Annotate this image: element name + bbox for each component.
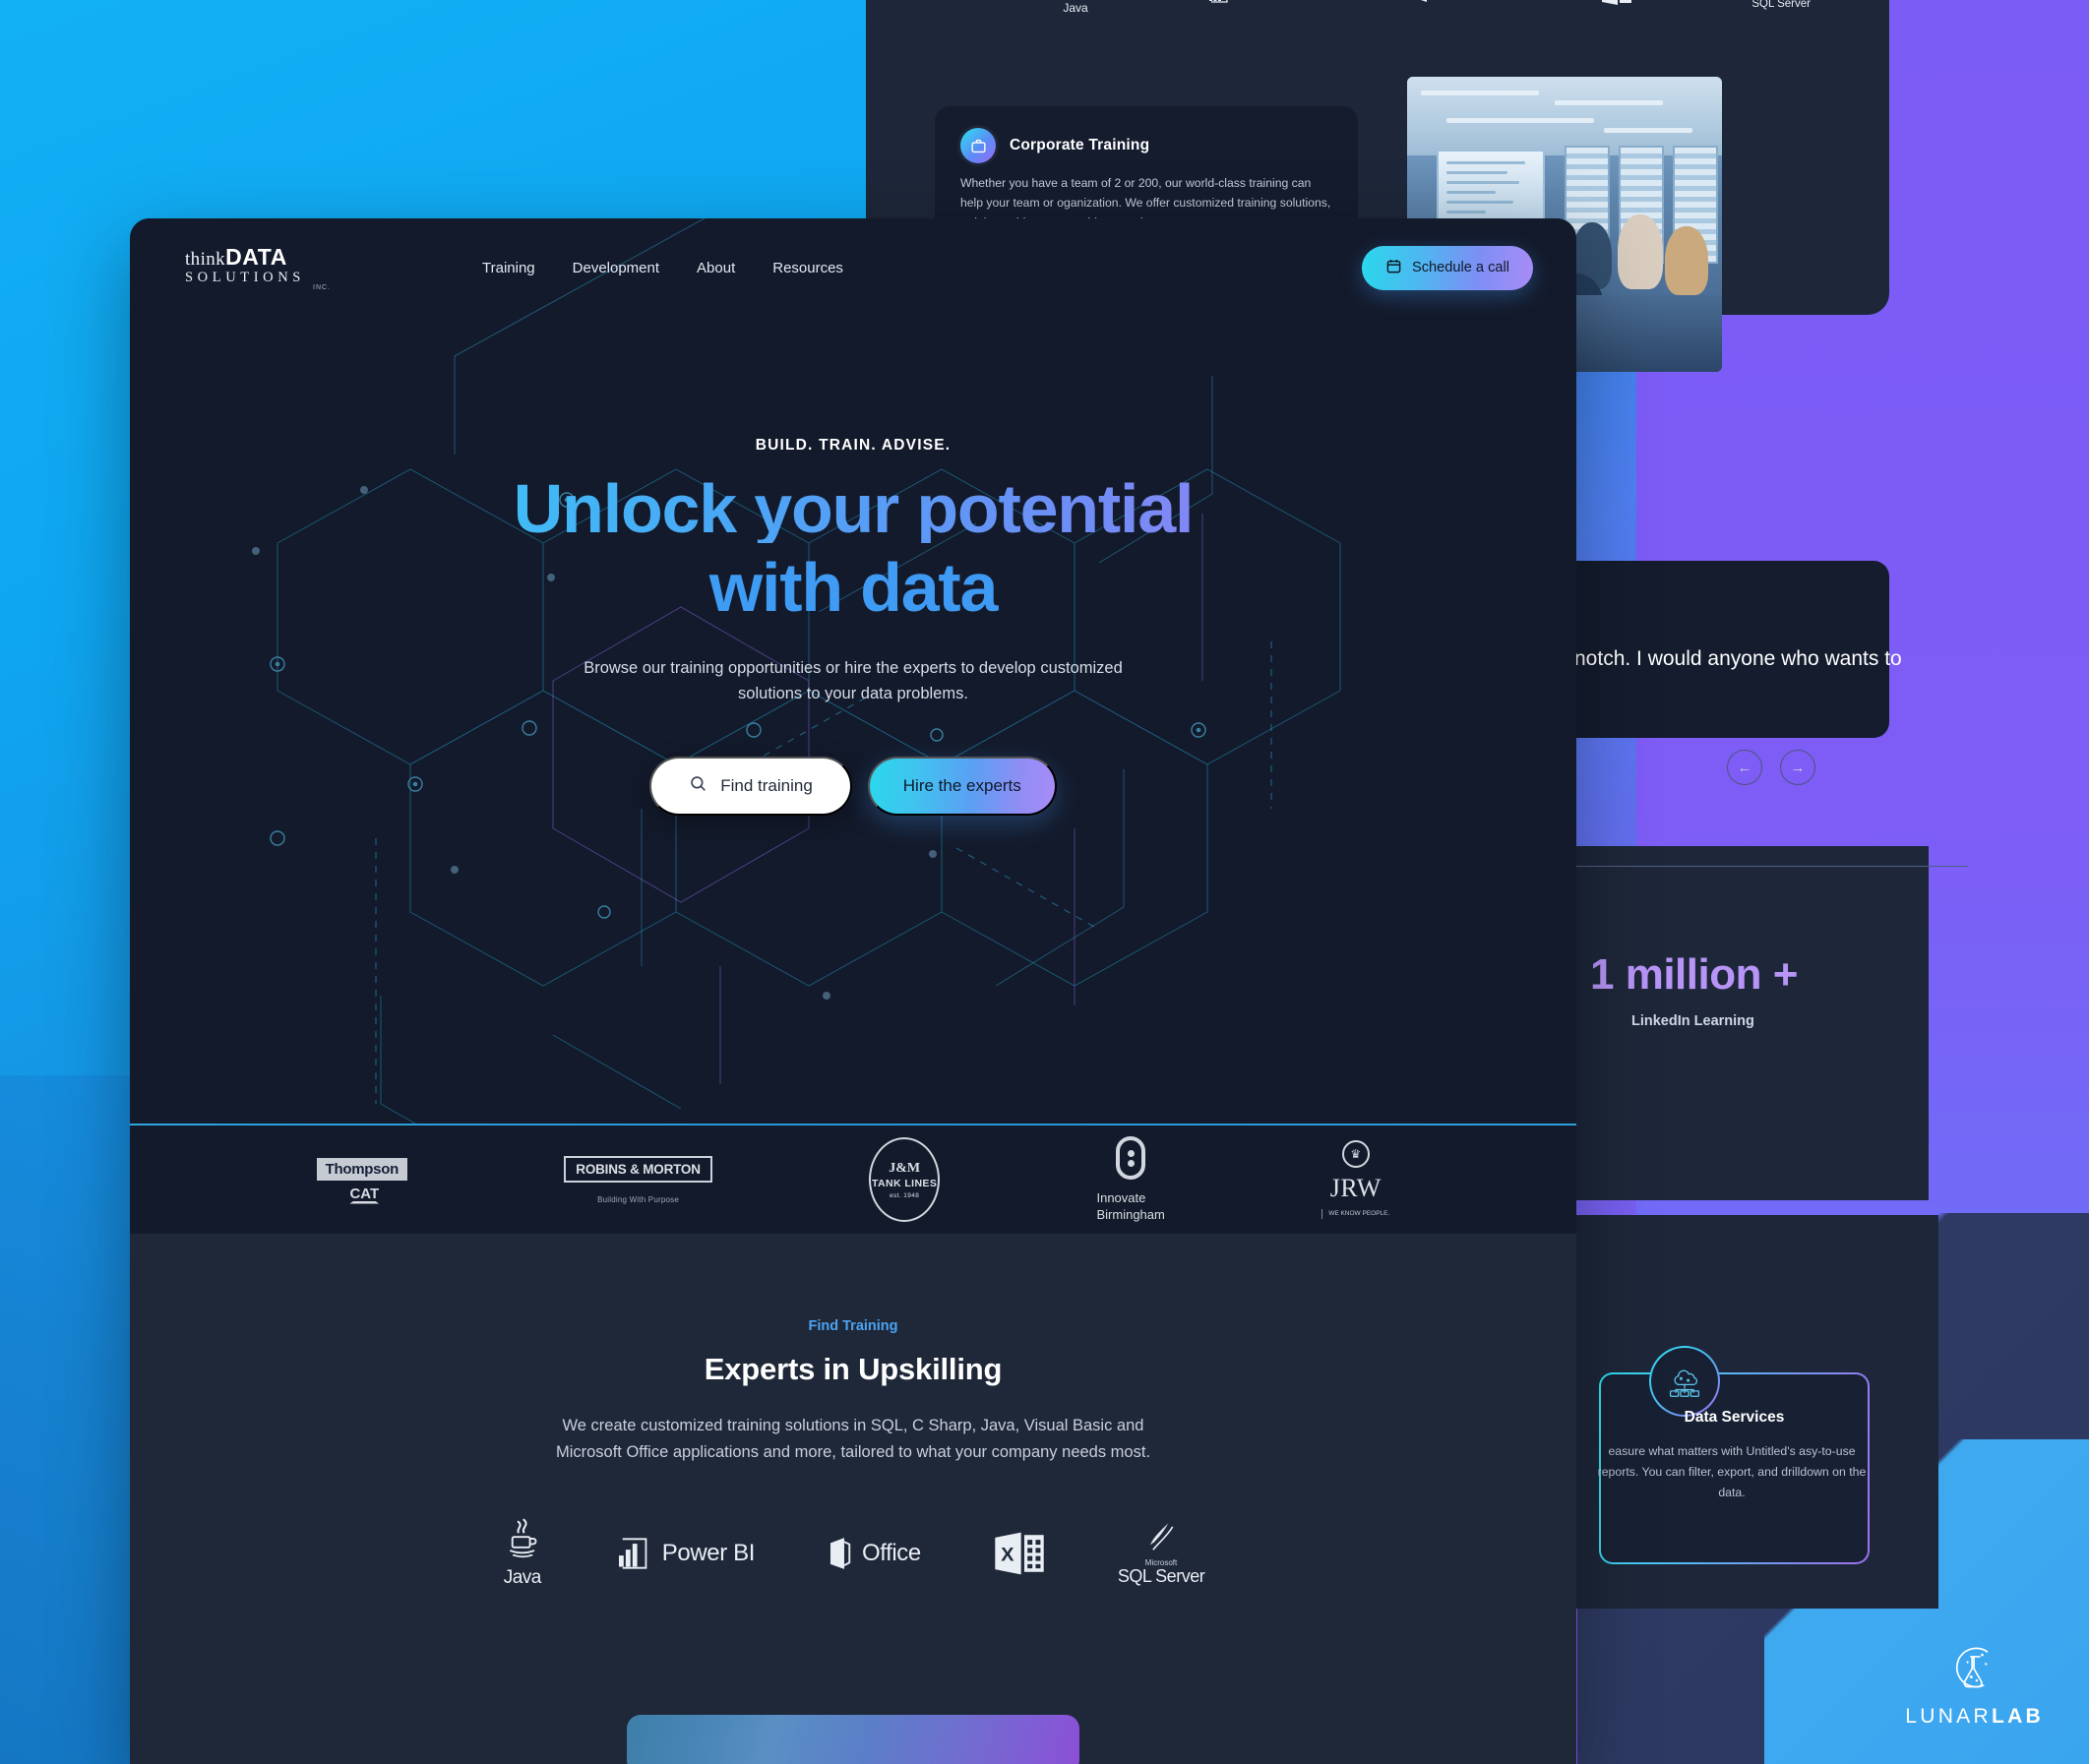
jrw-wordmark: JRW	[1329, 1174, 1382, 1203]
hero-eyebrow: BUILD. TRAIN. ADVISE.	[755, 437, 952, 454]
data-services-title: Data Services	[1684, 1409, 1785, 1426]
lunarlab-wordmark: LUNARLAB	[1905, 1705, 2044, 1729]
person	[1665, 226, 1708, 295]
excel-icon: X	[1602, 0, 1632, 5]
upskilling-section: Find Training Experts in Upskilling We c…	[130, 1234, 1576, 1764]
innovate-line2: Birmingham	[1096, 1206, 1165, 1222]
data-services-body: easure what matters with Untitled's asy-…	[1597, 1444, 1867, 1500]
site-navbar: think DATA SOLUTIONS INC. Training Devel…	[130, 218, 1576, 291]
main-website-card: think DATA SOLUTIONS INC. Training Devel…	[130, 218, 1576, 1764]
hero-subhead: Browse our training opportunities or hir…	[584, 659, 1123, 703]
robins-morton-wordmark: ROBINS & MORTON	[564, 1155, 712, 1183]
hero-bottom-divider	[130, 1124, 1576, 1125]
arrow-left-icon[interactable]: ←	[1727, 750, 1762, 785]
powerbi-icon	[618, 1538, 647, 1570]
upskilling-tech-logo-row: Java Power BI Office X Microsoft SQL Ser…	[130, 1518, 1576, 1589]
find-training-label: Find training	[720, 775, 813, 795]
tech-label-java: Java	[503, 1567, 542, 1589]
svg-text:X: X	[1001, 1545, 1014, 1566]
hero-headline-line1: Unlock your potential	[130, 474, 1576, 543]
client-logo-innovate-birmingham: Innovate Birmingham	[1096, 1136, 1165, 1223]
tech-logo-sqlserver: Microsoft SQL Server	[1117, 1521, 1205, 1587]
client-logo-jrw: ♛ JRW WE KNOW PEOPLE.	[1321, 1140, 1389, 1219]
cloud-network-icon	[1649, 1346, 1720, 1417]
jrw-tagline: WE KNOW PEOPLE.	[1321, 1209, 1389, 1219]
java-icon	[509, 1519, 537, 1558]
primary-nav: Training Development About Resources	[482, 260, 843, 276]
testimonial-carousel-controls[interactable]: ← →	[1727, 750, 1815, 785]
person	[1618, 214, 1663, 289]
upskilling-body: We create customized training solutions …	[555, 1417, 1151, 1461]
tech-label-office: Office	[861, 1540, 921, 1567]
tech-logo-excel: X	[992, 1530, 1047, 1577]
bottom-preview-card	[627, 1715, 1079, 1764]
hero-cta-row: Find training Hire the experts	[130, 756, 1576, 816]
background-tech-label: SQL Server	[1751, 0, 1811, 10]
hero-section: think DATA SOLUTIONS INC. Training Devel…	[130, 218, 1576, 1125]
nav-link-training[interactable]: Training	[482, 260, 535, 276]
nav-link-development[interactable]: Development	[573, 260, 659, 276]
sqlserver-icon	[1149, 1523, 1174, 1551]
office-icon	[829, 1538, 851, 1570]
background-tech-label: Java	[1063, 0, 1088, 15]
hero-content: BUILD. TRAIN. ADVISE. Unlock your potent…	[130, 291, 1576, 816]
hero-headline: Unlock your potential with data	[130, 474, 1576, 622]
client-logo-thompson-cat: Thompson CAT	[316, 1157, 407, 1202]
nav-link-resources[interactable]: Resources	[772, 260, 843, 276]
stat-label: LinkedIn Learning	[1631, 1013, 1754, 1029]
stats-divider	[1574, 866, 1968, 867]
testimonial-text: notch. I would anyone who wants to	[1574, 647, 1902, 670]
client-logo-jm-tank-lines: J&M TANK LINES est. 1948	[869, 1137, 941, 1222]
search-icon	[689, 774, 707, 798]
innovate-wordmark: Innovate Birmingham	[1096, 1190, 1164, 1223]
hire-the-experts-button[interactable]: Hire the experts	[867, 756, 1057, 816]
robins-morton-tagline: Building With Purpose	[597, 1194, 679, 1204]
corporate-card-title: Corporate Training	[1010, 137, 1150, 153]
schedule-a-call-label: Schedule a call	[1412, 260, 1509, 275]
lunarlab-part2: LAB	[1991, 1705, 2044, 1728]
tech-logo-office: Office	[826, 1535, 921, 1572]
find-training-button[interactable]: Find training	[649, 756, 852, 816]
corporate-card-header: Corporate Training	[960, 128, 1332, 163]
background-tech-logo-row: Java Power BI Office X SQL Server	[1063, 0, 1811, 22]
excel-icon: X	[995, 1533, 1044, 1575]
client-logo-robins-morton: ROBINS & MORTON Building With Purpose	[564, 1155, 712, 1204]
schedule-a-call-button[interactable]: Schedule a call	[1362, 245, 1533, 290]
jrw-seal-icon: ♛	[1341, 1140, 1370, 1169]
tech-label-sqlserver: SQL Server	[1117, 1565, 1205, 1586]
tech-label-powerbi: Power BI	[661, 1540, 756, 1567]
logo-primary-line: think DATA	[185, 244, 335, 271]
site-logo[interactable]: think DATA SOLUTIONS INC.	[185, 244, 335, 291]
powerbi-icon	[1209, 0, 1228, 3]
client-logo-strip: Thompson CAT ROBINS & MORTON Building Wi…	[130, 1125, 1576, 1234]
hire-the-experts-label: Hire the experts	[902, 775, 1021, 795]
flask-moon-icon	[1955, 1647, 1989, 1688]
lunarlab-watermark: LUNARLAB	[1905, 1642, 2044, 1729]
background-tech-label: Office	[1439, 0, 1482, 2]
thompson-wordmark: Thompson	[316, 1157, 407, 1181]
ceiling	[1407, 77, 1722, 155]
arrow-right-icon[interactable]: →	[1780, 750, 1815, 785]
logo-think-text: think	[185, 249, 226, 270]
innovate-mark-icon	[1116, 1136, 1146, 1181]
tech-logo-powerbi: Power BI	[614, 1536, 755, 1571]
cat-wordmark: CAT	[349, 1185, 380, 1202]
logo-data-text: DATA	[225, 244, 287, 270]
hero-headline-line2: with data	[130, 553, 1576, 622]
lunarlab-part1: LUNAR	[1905, 1705, 1992, 1728]
upskilling-eyebrow: Find Training	[808, 1318, 898, 1334]
background-tech-label: Power BI	[1237, 0, 1297, 1]
stat-value: 1 million +	[1590, 950, 1798, 999]
upskilling-title: Experts in Upskilling	[704, 1352, 1003, 1386]
jm-oval-frame	[869, 1137, 941, 1222]
office-icon	[1421, 0, 1428, 2]
innovate-line1: Innovate	[1096, 1190, 1146, 1206]
calendar-icon	[1385, 258, 1402, 278]
briefcase-icon	[960, 128, 996, 163]
nav-link-about[interactable]: About	[697, 260, 735, 276]
tech-logo-java: Java	[502, 1518, 543, 1589]
